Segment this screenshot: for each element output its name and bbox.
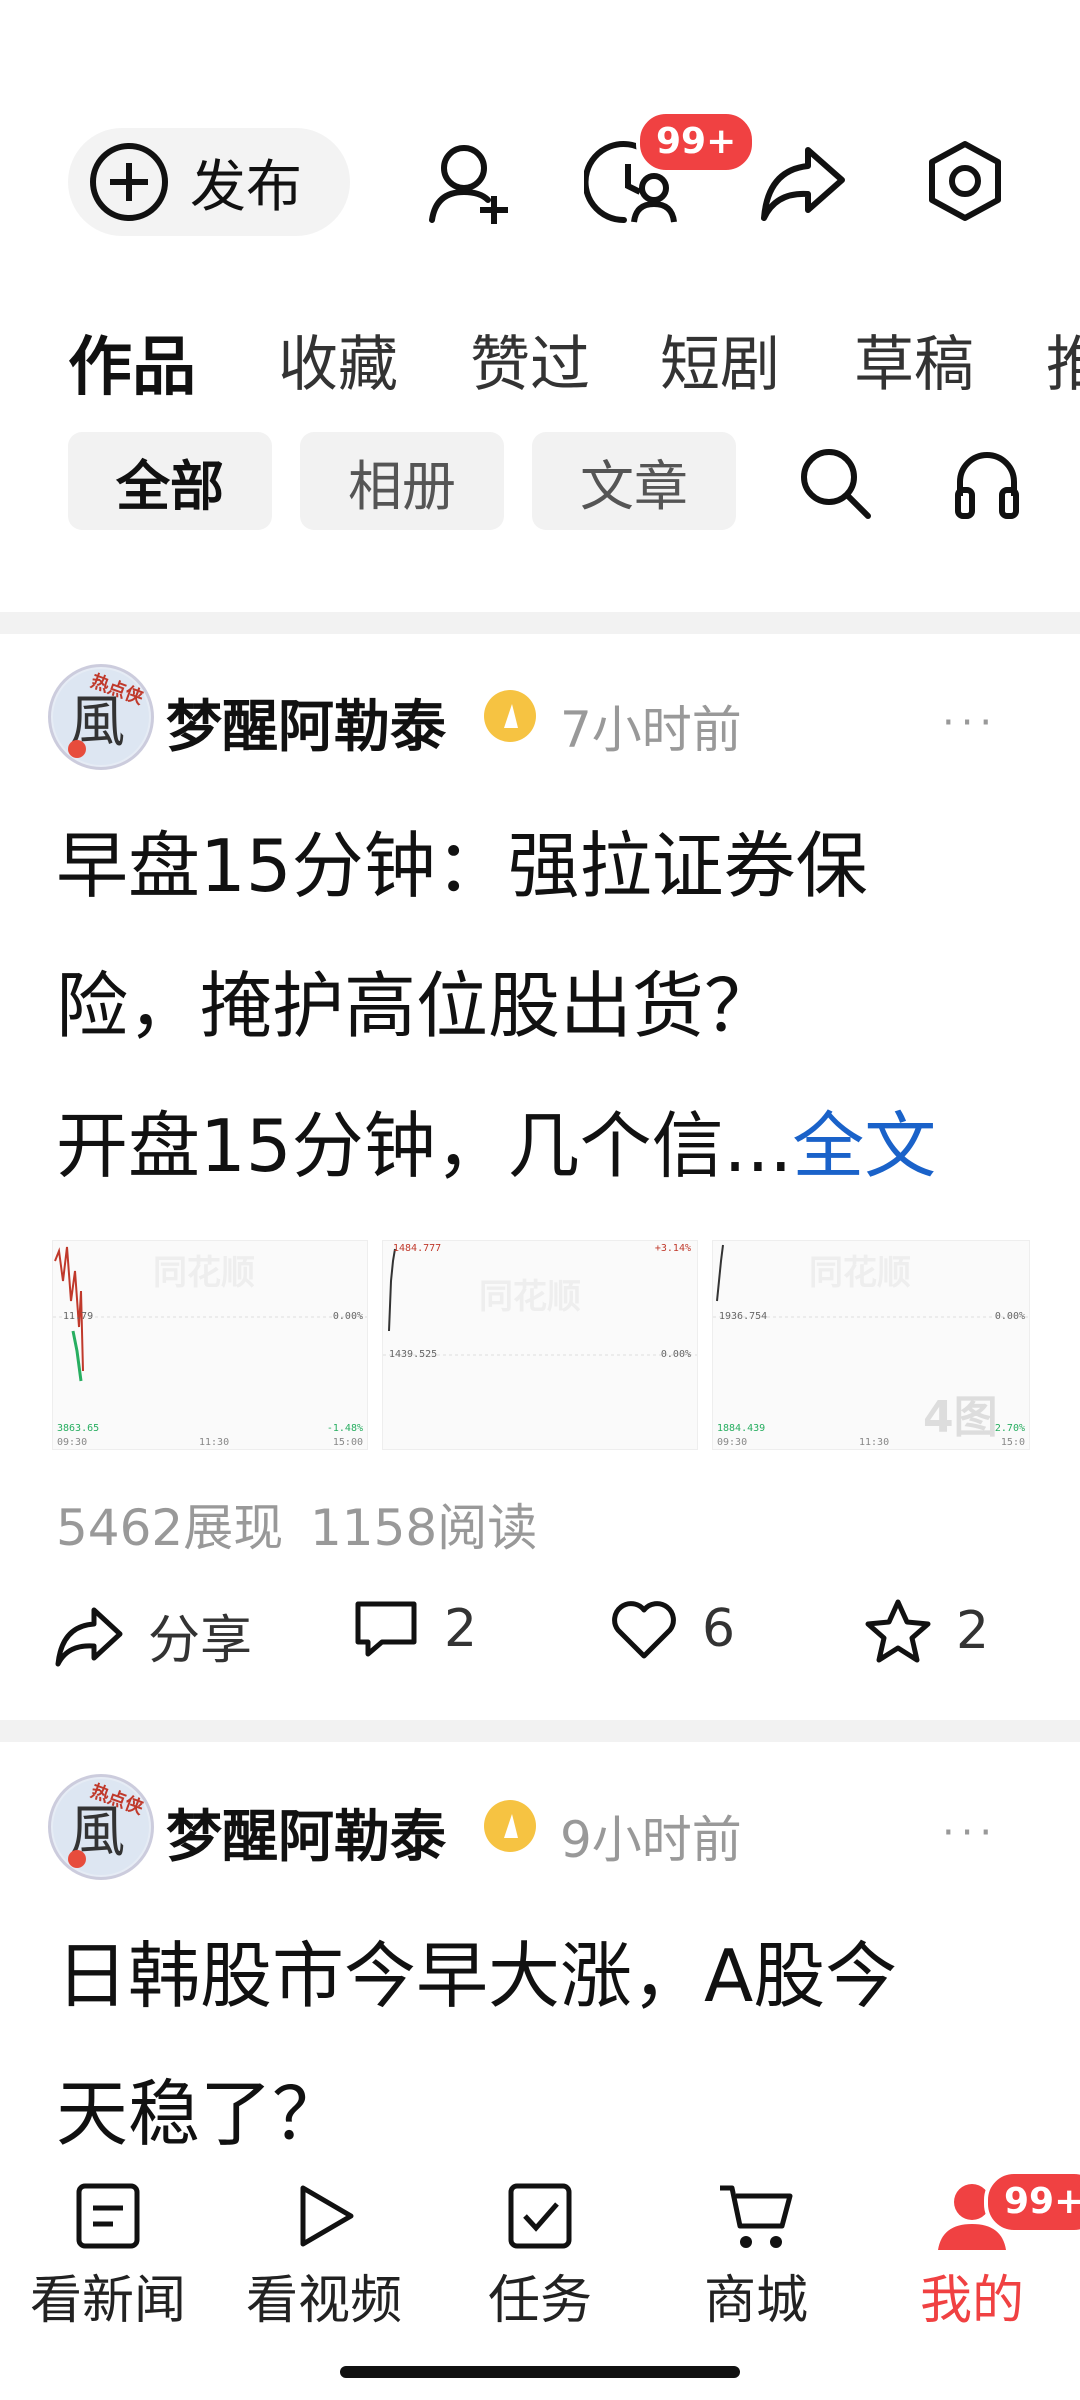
nav-news[interactable]: 看新闻 (0, 2180, 216, 2333)
author-name[interactable]: 梦醒阿勒泰 (166, 682, 446, 763)
share-profile-icon[interactable] (758, 140, 848, 224)
cart-icon (716, 2180, 796, 2252)
tab-liked[interactable]: 赞过 (470, 316, 590, 403)
section-divider (0, 612, 1080, 634)
filter-articles[interactable]: 文章 (532, 432, 736, 530)
post-time: 9小时前 (560, 1811, 742, 1869)
post-title-line-2[interactable]: 天稳了？ (56, 2068, 344, 2160)
image-count-badge: 4图 (923, 1392, 998, 1443)
author-avatar[interactable]: 風 热点侠 (48, 1774, 154, 1880)
comment-icon (352, 1598, 420, 1660)
home-indicator[interactable] (340, 2366, 740, 2378)
post-title-line-2[interactable]: 险，掩护高位股出货？ (56, 960, 776, 1052)
more-options-icon[interactable]: ··· (942, 1810, 998, 1856)
like-count: 6 (702, 1599, 736, 1659)
post-time: 7小时前 (560, 701, 742, 759)
post-divider (0, 1720, 1080, 1742)
nav-profile-label: 我的 (919, 2271, 1024, 2331)
share-button[interactable]: 分享 (54, 1598, 252, 1673)
publish-label: 发布 (190, 154, 302, 220)
favorite-count: 2 (956, 1601, 990, 1661)
post-summary[interactable]: 开盘15分钟，几个信...全文 (56, 1100, 936, 1192)
tab-drafts[interactable]: 草稿 (854, 316, 974, 403)
profile-badge: 99+ (984, 2170, 1080, 2234)
filter-all[interactable]: 全部 (68, 432, 272, 530)
post-summary-text: 开盘15分钟，几个信... (56, 1104, 793, 1188)
notification-badge: 99+ (636, 110, 757, 174)
settings-icon[interactable] (922, 138, 1008, 224)
star-icon (864, 1598, 932, 1664)
post-title-line-1[interactable]: 早盘15分钟：强拉证券保 (56, 820, 868, 912)
share-label: 分享 (148, 1611, 253, 1671)
author-avatar[interactable]: 風 热点侠 (48, 664, 154, 770)
reads-count: 1158阅读 (310, 1499, 538, 1557)
nav-video-label: 看视频 (245, 2271, 402, 2331)
nav-tasks[interactable]: 任务 (432, 2180, 648, 2333)
tab-more[interactable]: 推 (1046, 316, 1080, 403)
heart-icon (610, 1598, 678, 1660)
nav-news-label: 看新闻 (29, 2271, 186, 2331)
nav-tasks-label: 任务 (487, 2271, 592, 2331)
news-icon (73, 2180, 143, 2252)
post-image-3[interactable]: 同花顺 1936.754 0.00% 1884.439 -2.70% 09:30… (712, 1240, 1030, 1450)
author-name[interactable]: 梦醒阿勒泰 (166, 1792, 446, 1873)
nav-video[interactable]: 看视频 (216, 2180, 432, 2333)
tab-works[interactable]: 作品 (68, 316, 196, 408)
post-image-1[interactable]: 同花顺 11.79 0.00% 3863.65 -1.48% 09:30 11:… (52, 1240, 368, 1450)
verified-badge-icon (484, 1800, 536, 1852)
tab-favorites[interactable]: 收藏 (278, 316, 398, 403)
bottom-navigation: 看新闻 看视频 任务 商城 我的 99+ (0, 2150, 1080, 2400)
favorite-button[interactable]: 2 (864, 1598, 989, 1664)
add-friend-icon[interactable] (426, 138, 516, 228)
impressions-count: 5462展现 (56, 1499, 284, 1557)
post-title-line-1[interactable]: 日韩股市今早大涨，A股今 (56, 1930, 897, 2022)
tab-short-drama[interactable]: 短剧 (660, 316, 780, 403)
nav-mall[interactable]: 商城 (648, 2180, 864, 2333)
plus-circle-icon (88, 141, 170, 223)
filter-albums[interactable]: 相册 (300, 432, 504, 530)
comment-button[interactable]: 2 (352, 1598, 477, 1660)
publish-button[interactable]: 发布 (68, 128, 350, 236)
post-image-2[interactable]: 同花顺 1484.777 +3.14% 1439.525 0.00% (382, 1240, 698, 1450)
full-text-link[interactable]: 全文 (792, 1104, 936, 1188)
verified-badge-icon (484, 690, 536, 742)
task-icon (505, 2180, 575, 2252)
share-icon (54, 1604, 124, 1668)
more-options-icon[interactable]: ··· (942, 700, 998, 746)
comment-count: 2 (444, 1599, 478, 1659)
headphones-icon[interactable] (952, 446, 1022, 520)
like-button[interactable]: 6 (610, 1598, 735, 1660)
nav-mall-label: 商城 (703, 2271, 808, 2331)
video-icon (289, 2180, 359, 2252)
search-icon[interactable] (796, 444, 874, 522)
